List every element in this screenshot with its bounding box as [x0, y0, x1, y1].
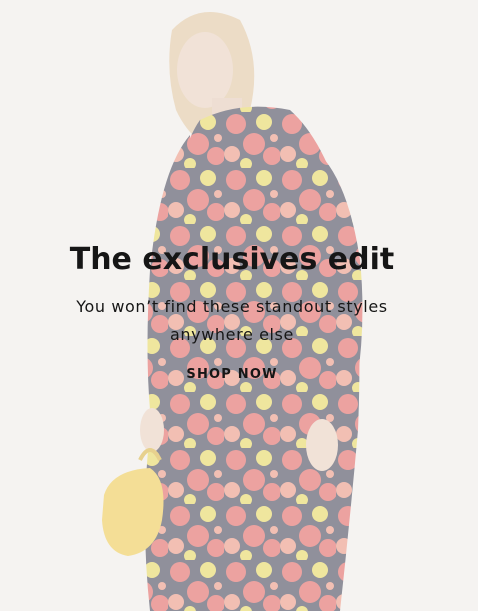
banner-headline: The exclusives edit [69, 242, 395, 277]
hero-banner[interactable]: The exclusives edit You won’t find these… [0, 0, 478, 611]
banner-subtext: You won’t find these standout styles any… [76, 297, 388, 344]
shop-now-button[interactable]: SHOP NOW [176, 362, 288, 386]
